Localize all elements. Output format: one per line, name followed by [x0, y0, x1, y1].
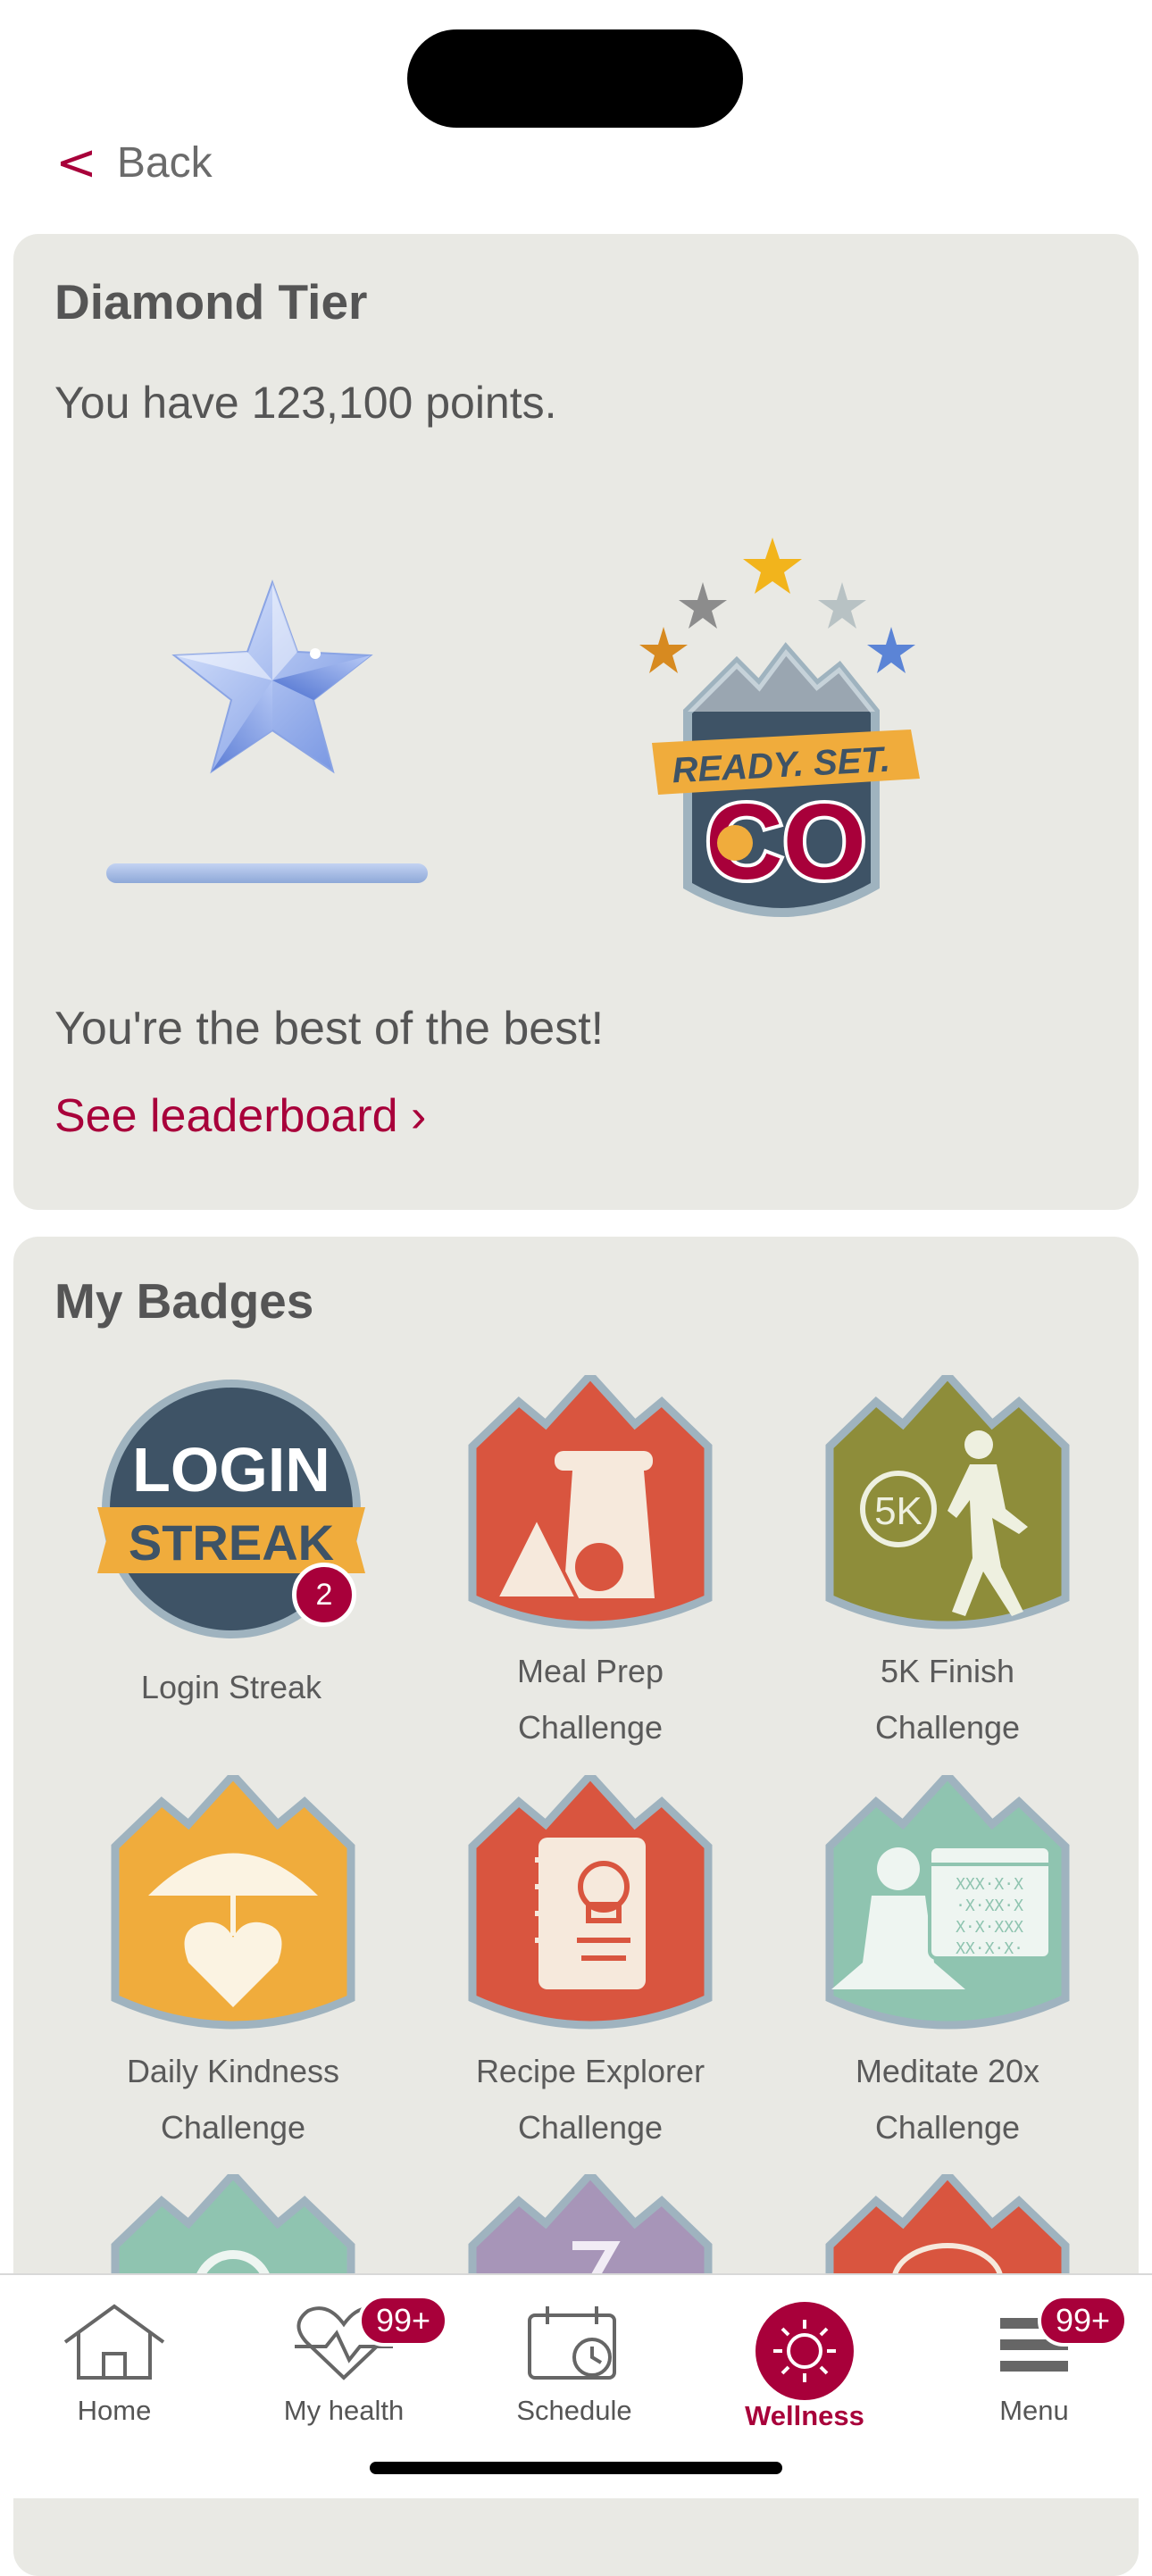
diamond-star-icon [171, 579, 373, 774]
meal-prep-badge-icon [468, 1375, 713, 1630]
badge-label: Challenge [874, 2109, 1021, 2146]
badges-title: My Badges [54, 1273, 314, 1329]
tier-progress-bar [106, 863, 428, 883]
badge-label: Challenge [517, 2109, 664, 2146]
sun-icon [755, 2302, 854, 2400]
badge-label: 5K Finish [880, 1653, 1015, 1689]
tab-label: Schedule [516, 2395, 632, 2426]
daily-kindness-badge-icon [111, 1775, 355, 2030]
badge-label: Challenge [517, 1709, 664, 1746]
ready-set-co-badge-icon: READY. SET. CO [639, 538, 920, 917]
badge-recipe-explorer[interactable]: Recipe Explorer Challenge [456, 1775, 724, 2155]
star-row [639, 538, 915, 673]
5k-finish-badge-icon: 5K [825, 1375, 1070, 1630]
badge-5k-finish[interactable]: 5K 5K Finish Challenge [814, 1375, 1081, 1755]
login-badge-line1: LOGIN [132, 1435, 330, 1505]
badge-meditate[interactable]: XXX·X·X ·X·XX·X X·X·XXX XX·X·X· Meditate… [814, 1775, 1081, 2155]
badge-label: Challenge [874, 1709, 1021, 1746]
badge-label: Meditate 20x [855, 2053, 1040, 2089]
badge-login-streak[interactable]: LOGIN STREAK 2 Login Streak [97, 1375, 365, 1715]
my-health-notification-badge: 99+ [358, 2295, 449, 2347]
back-button[interactable]: < Back [55, 133, 213, 192]
badge-label: Meal Prep [516, 1653, 664, 1689]
menu-notification-badge: 99+ [1038, 2295, 1129, 2347]
dynamic-island [407, 29, 743, 128]
tab-label: Menu [999, 2395, 1069, 2426]
badge-meal-prep[interactable]: Meal Prep Challenge [456, 1375, 724, 1755]
chevron-left-icon: < [55, 133, 97, 192]
badge-label: Login Streak [140, 1669, 322, 1705]
calendar-row-2: ·X·XX·X [956, 1897, 1023, 1915]
login-badge-line2: STREAK [129, 1514, 334, 1571]
run-label: 5K [874, 1489, 922, 1533]
badge-label: Recipe Explorer [475, 2053, 705, 2089]
tab-wellness[interactable]: Wellness [706, 2302, 903, 2432]
home-icon [63, 2304, 165, 2380]
badge-label: Challenge [160, 2109, 306, 2146]
badge-label: Daily Kindness [126, 2053, 340, 2089]
login-streak-count: 2 [292, 1563, 356, 1627]
tab-my-health[interactable]: My health 99+ [246, 2295, 449, 2427]
tab-label: Home [77, 2395, 152, 2426]
badge-daily-kindness[interactable]: Daily Kindness Challenge [99, 1775, 367, 2155]
calendar-row-1: XXX·X·X [956, 1875, 1023, 1894]
calendar-row-3: X·X·XXX [956, 1918, 1023, 1937]
tab-home[interactable]: Home [16, 2302, 213, 2427]
calendar-row-4: XX·X·X· [956, 1939, 1023, 1958]
meditate-badge-icon: XXX·X·X ·X·XX·X X·X·XXX XX·X·X· [825, 1775, 1070, 2030]
tier-card: Diamond Tier You have 123,100 points. RE… [13, 234, 1139, 1210]
tier-title: Diamond Tier [54, 274, 368, 329]
tab-label: My health [283, 2395, 405, 2426]
tab-schedule[interactable]: Schedule [476, 2302, 672, 2427]
tab-label: Wellness [745, 2400, 864, 2431]
tab-menu[interactable]: Menu 99+ [936, 2295, 1132, 2427]
recipe-explorer-badge-icon [468, 1775, 713, 2030]
see-leaderboard-link[interactable]: See leaderboard › [54, 1089, 426, 1143]
back-label: Back [116, 138, 213, 187]
tier-message: You're the best of the best! [54, 1003, 605, 1055]
home-indicator [370, 2462, 782, 2474]
calendar-clock-icon [528, 2306, 616, 2380]
points-text: You have 123,100 points. [54, 378, 557, 428]
